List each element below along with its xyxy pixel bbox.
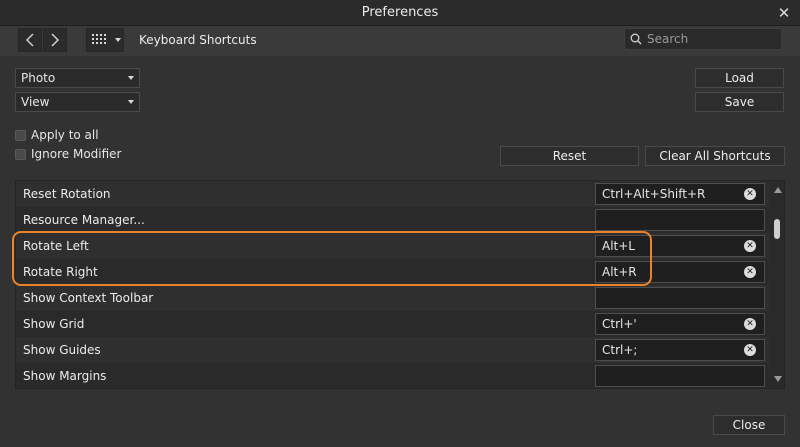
shortcut-label: Show Context Toolbar: [23, 291, 154, 305]
grid-icon: [92, 34, 121, 44]
list-scrollbar[interactable]: [770, 181, 784, 388]
search-input[interactable]: [645, 29, 779, 49]
shortcut-field[interactable]: Ctrl+; ✕: [595, 339, 765, 361]
list-item[interactable]: Resource Manager...: [16, 207, 769, 233]
ignore-modifier-option[interactable]: Ignore Modifier: [15, 146, 122, 162]
save-button[interactable]: Save: [695, 92, 784, 112]
shortcut-label: Show Grid: [23, 317, 85, 331]
clear-shortcut-icon[interactable]: ✕: [744, 266, 756, 278]
dropdown-caret-icon: [128, 76, 134, 80]
list-item[interactable]: Show Guides Ctrl+; ✕: [16, 337, 769, 363]
toolbar: Keyboard Shortcuts: [0, 26, 800, 56]
apply-to-all-checkbox[interactable]: [15, 129, 26, 141]
shortcut-value: Alt+R: [602, 265, 637, 279]
shortcut-value: Ctrl+;: [602, 343, 638, 357]
clear-all-shortcuts-button[interactable]: Clear All Shortcuts: [645, 146, 785, 166]
clear-shortcut-icon[interactable]: ✕: [744, 318, 756, 330]
shortcut-value: Ctrl+': [602, 317, 637, 331]
back-button[interactable]: [18, 28, 42, 52]
app-select-value: Photo: [21, 71, 56, 85]
chevron-down-icon: [115, 38, 121, 42]
shortcut-label: Show Guides: [23, 343, 101, 357]
shortcut-value: Ctrl+Alt+Shift+R: [602, 187, 706, 201]
list-item[interactable]: Rotate Right Alt+R ✕: [16, 259, 769, 285]
reset-button[interactable]: Reset: [500, 146, 639, 166]
shortcut-field[interactable]: [595, 365, 765, 387]
title-bar: Preferences ✕: [0, 0, 800, 26]
list-item[interactable]: Show Grid Ctrl+' ✕: [16, 311, 769, 337]
shortcut-label: Resource Manager...: [23, 213, 145, 227]
chevron-left-icon: [25, 33, 34, 47]
shortcut-field[interactable]: Ctrl+Alt+Shift+R ✕: [595, 183, 765, 205]
shortcut-label: Rotate Left: [23, 239, 89, 253]
clear-shortcut-icon[interactable]: ✕: [744, 188, 756, 200]
shortcut-field[interactable]: [595, 287, 765, 309]
shortcut-field[interactable]: Alt+L ✕: [595, 235, 765, 257]
apply-to-all-option[interactable]: Apply to all: [15, 127, 99, 143]
sections-grid-button[interactable]: [86, 28, 124, 52]
shortcut-value: Alt+L: [602, 239, 635, 253]
shortcut-field[interactable]: Alt+R ✕: [595, 261, 765, 283]
section-title: Keyboard Shortcuts: [139, 33, 257, 47]
load-button[interactable]: Load: [695, 68, 784, 88]
shortcut-label: Reset Rotation: [23, 187, 111, 201]
apply-to-all-label: Apply to all: [31, 128, 99, 142]
shortcut-field[interactable]: [595, 209, 765, 231]
close-window-icon[interactable]: ✕: [774, 0, 794, 26]
search-box[interactable]: [624, 28, 782, 50]
app-select[interactable]: Photo: [15, 68, 140, 88]
shortcut-field[interactable]: Ctrl+' ✕: [595, 313, 765, 335]
clear-shortcut-icon[interactable]: ✕: [744, 344, 756, 356]
ignore-modifier-label: Ignore Modifier: [31, 147, 122, 161]
category-select-value: View: [21, 95, 50, 109]
shortcut-list: Reset Rotation Ctrl+Alt+Shift+R ✕ Resour…: [15, 180, 785, 389]
dropdown-caret-icon: [128, 100, 134, 104]
close-button[interactable]: Close: [713, 415, 785, 435]
list-item[interactable]: Show Context Toolbar: [16, 285, 769, 311]
shortcut-label: Show Margins: [23, 369, 107, 383]
window-title: Preferences: [361, 5, 439, 20]
list-item[interactable]: Reset Rotation Ctrl+Alt+Shift+R ✕: [16, 181, 769, 207]
forward-button[interactable]: [43, 28, 67, 52]
scroll-up-icon[interactable]: [774, 187, 782, 193]
search-icon: [630, 33, 642, 45]
ignore-modifier-checkbox[interactable]: [15, 148, 26, 160]
scroll-down-icon[interactable]: [774, 376, 782, 382]
list-item[interactable]: Rotate Left Alt+L ✕: [16, 233, 769, 259]
list-item[interactable]: Show Margins: [16, 363, 769, 388]
shortcut-label: Rotate Right: [23, 265, 98, 279]
chevron-right-icon: [51, 33, 60, 47]
category-select[interactable]: View: [15, 92, 140, 112]
scroll-thumb[interactable]: [774, 219, 780, 239]
clear-shortcut-icon[interactable]: ✕: [744, 240, 756, 252]
